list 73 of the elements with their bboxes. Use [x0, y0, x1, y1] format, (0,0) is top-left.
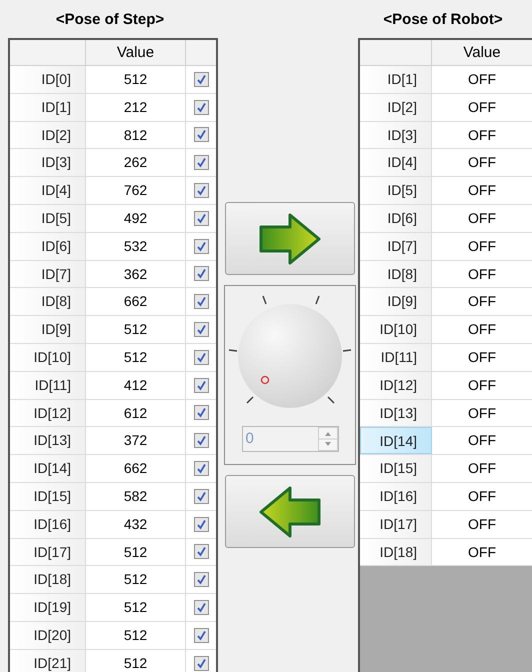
left-arrow-icon [258, 484, 322, 538]
checkbox[interactable] [194, 322, 208, 338]
table-cell-text: OFF [467, 376, 497, 395]
table-cell: 512 [86, 66, 186, 93]
table-cell: 512 [86, 566, 186, 594]
panel-title: <Pose of Step> [54, 10, 166, 30]
table-cell: 582 [86, 482, 186, 510]
table-cell: 512 [86, 316, 186, 343]
checkbox[interactable] [194, 378, 208, 393]
table-cell-text: OFF [467, 98, 497, 117]
checkbox[interactable] [194, 183, 208, 198]
table-cell: 262 [86, 149, 186, 176]
table-cell-text: OFF [467, 542, 497, 562]
table-cell-text: OFF [467, 181, 497, 200]
table-cell-text: OFF [467, 514, 497, 534]
checkbox[interactable] [194, 488, 208, 504]
checkbox[interactable] [194, 210, 208, 226]
checkbox[interactable] [194, 127, 208, 142]
table-cell: 412 [86, 372, 186, 399]
send-button[interactable] [225, 202, 355, 275]
table-cell-text: OFF [467, 459, 497, 478]
row-header[interactable]: ID[14] [360, 427, 432, 454]
table-cell: 512 [86, 538, 186, 566]
spin-value: 0 [244, 428, 255, 449]
table-cell: 662 [86, 288, 186, 316]
table-cell-text: OFF [467, 208, 497, 228]
checkbox[interactable] [194, 544, 208, 560]
table-cell: 492 [86, 204, 186, 232]
checkbox[interactable] [194, 628, 208, 643]
spin-arrows-icon[interactable] [318, 427, 338, 451]
checkbox[interactable] [194, 572, 208, 588]
table-cell-text: OFF [467, 264, 497, 284]
checkbox[interactable] [194, 350, 208, 365]
table-cell: 512 [86, 594, 186, 621]
checkbox[interactable] [194, 600, 208, 616]
checkbox[interactable] [194, 72, 208, 87]
table-cell: 812 [86, 122, 186, 148]
checkbox[interactable] [194, 405, 208, 420]
table-cell-text: OFF [467, 348, 497, 367]
table-cell: 432 [86, 510, 186, 538]
checkbox[interactable] [194, 266, 208, 282]
table-cell-text: OFF [467, 320, 497, 340]
checkbox[interactable] [194, 294, 208, 310]
table-cell-text: OFF [467, 431, 497, 450]
table-cell-text: OFF [467, 486, 497, 506]
table-cell: 512 [86, 622, 186, 649]
table-cell: 212 [86, 94, 186, 121]
checkbox[interactable] [194, 100, 208, 115]
column-header: Value [86, 40, 186, 65]
table-cell: 612 [86, 400, 186, 426]
table-cell: 662 [86, 455, 186, 482]
table-cell: 512 [86, 650, 186, 672]
checkbox[interactable] [194, 516, 208, 532]
checkbox[interactable] [194, 238, 208, 254]
table-cell-text: OFF [467, 404, 497, 423]
table-cell-text: OFF [467, 236, 497, 256]
receive-button[interactable] [225, 475, 355, 548]
table-cell: 372 [86, 427, 186, 454]
table-cell: 362 [86, 260, 186, 288]
table-cell: 532 [86, 232, 186, 260]
checkbox[interactable] [194, 433, 208, 448]
column-header: Value [432, 40, 532, 65]
table-cell-text: OFF [467, 292, 497, 312]
panel-title: <Pose of Robot> [382, 10, 504, 30]
table-cell-text: OFF [467, 70, 497, 89]
table-cell-text: OFF [467, 153, 497, 172]
checkbox[interactable] [194, 656, 208, 671]
table-cell: 762 [86, 177, 186, 204]
right-arrow-icon [258, 212, 322, 266]
table-cell: 512 [86, 344, 186, 371]
checkbox[interactable] [194, 461, 208, 476]
checkbox[interactable] [194, 155, 208, 170]
table-cell-text: OFF [467, 126, 497, 145]
